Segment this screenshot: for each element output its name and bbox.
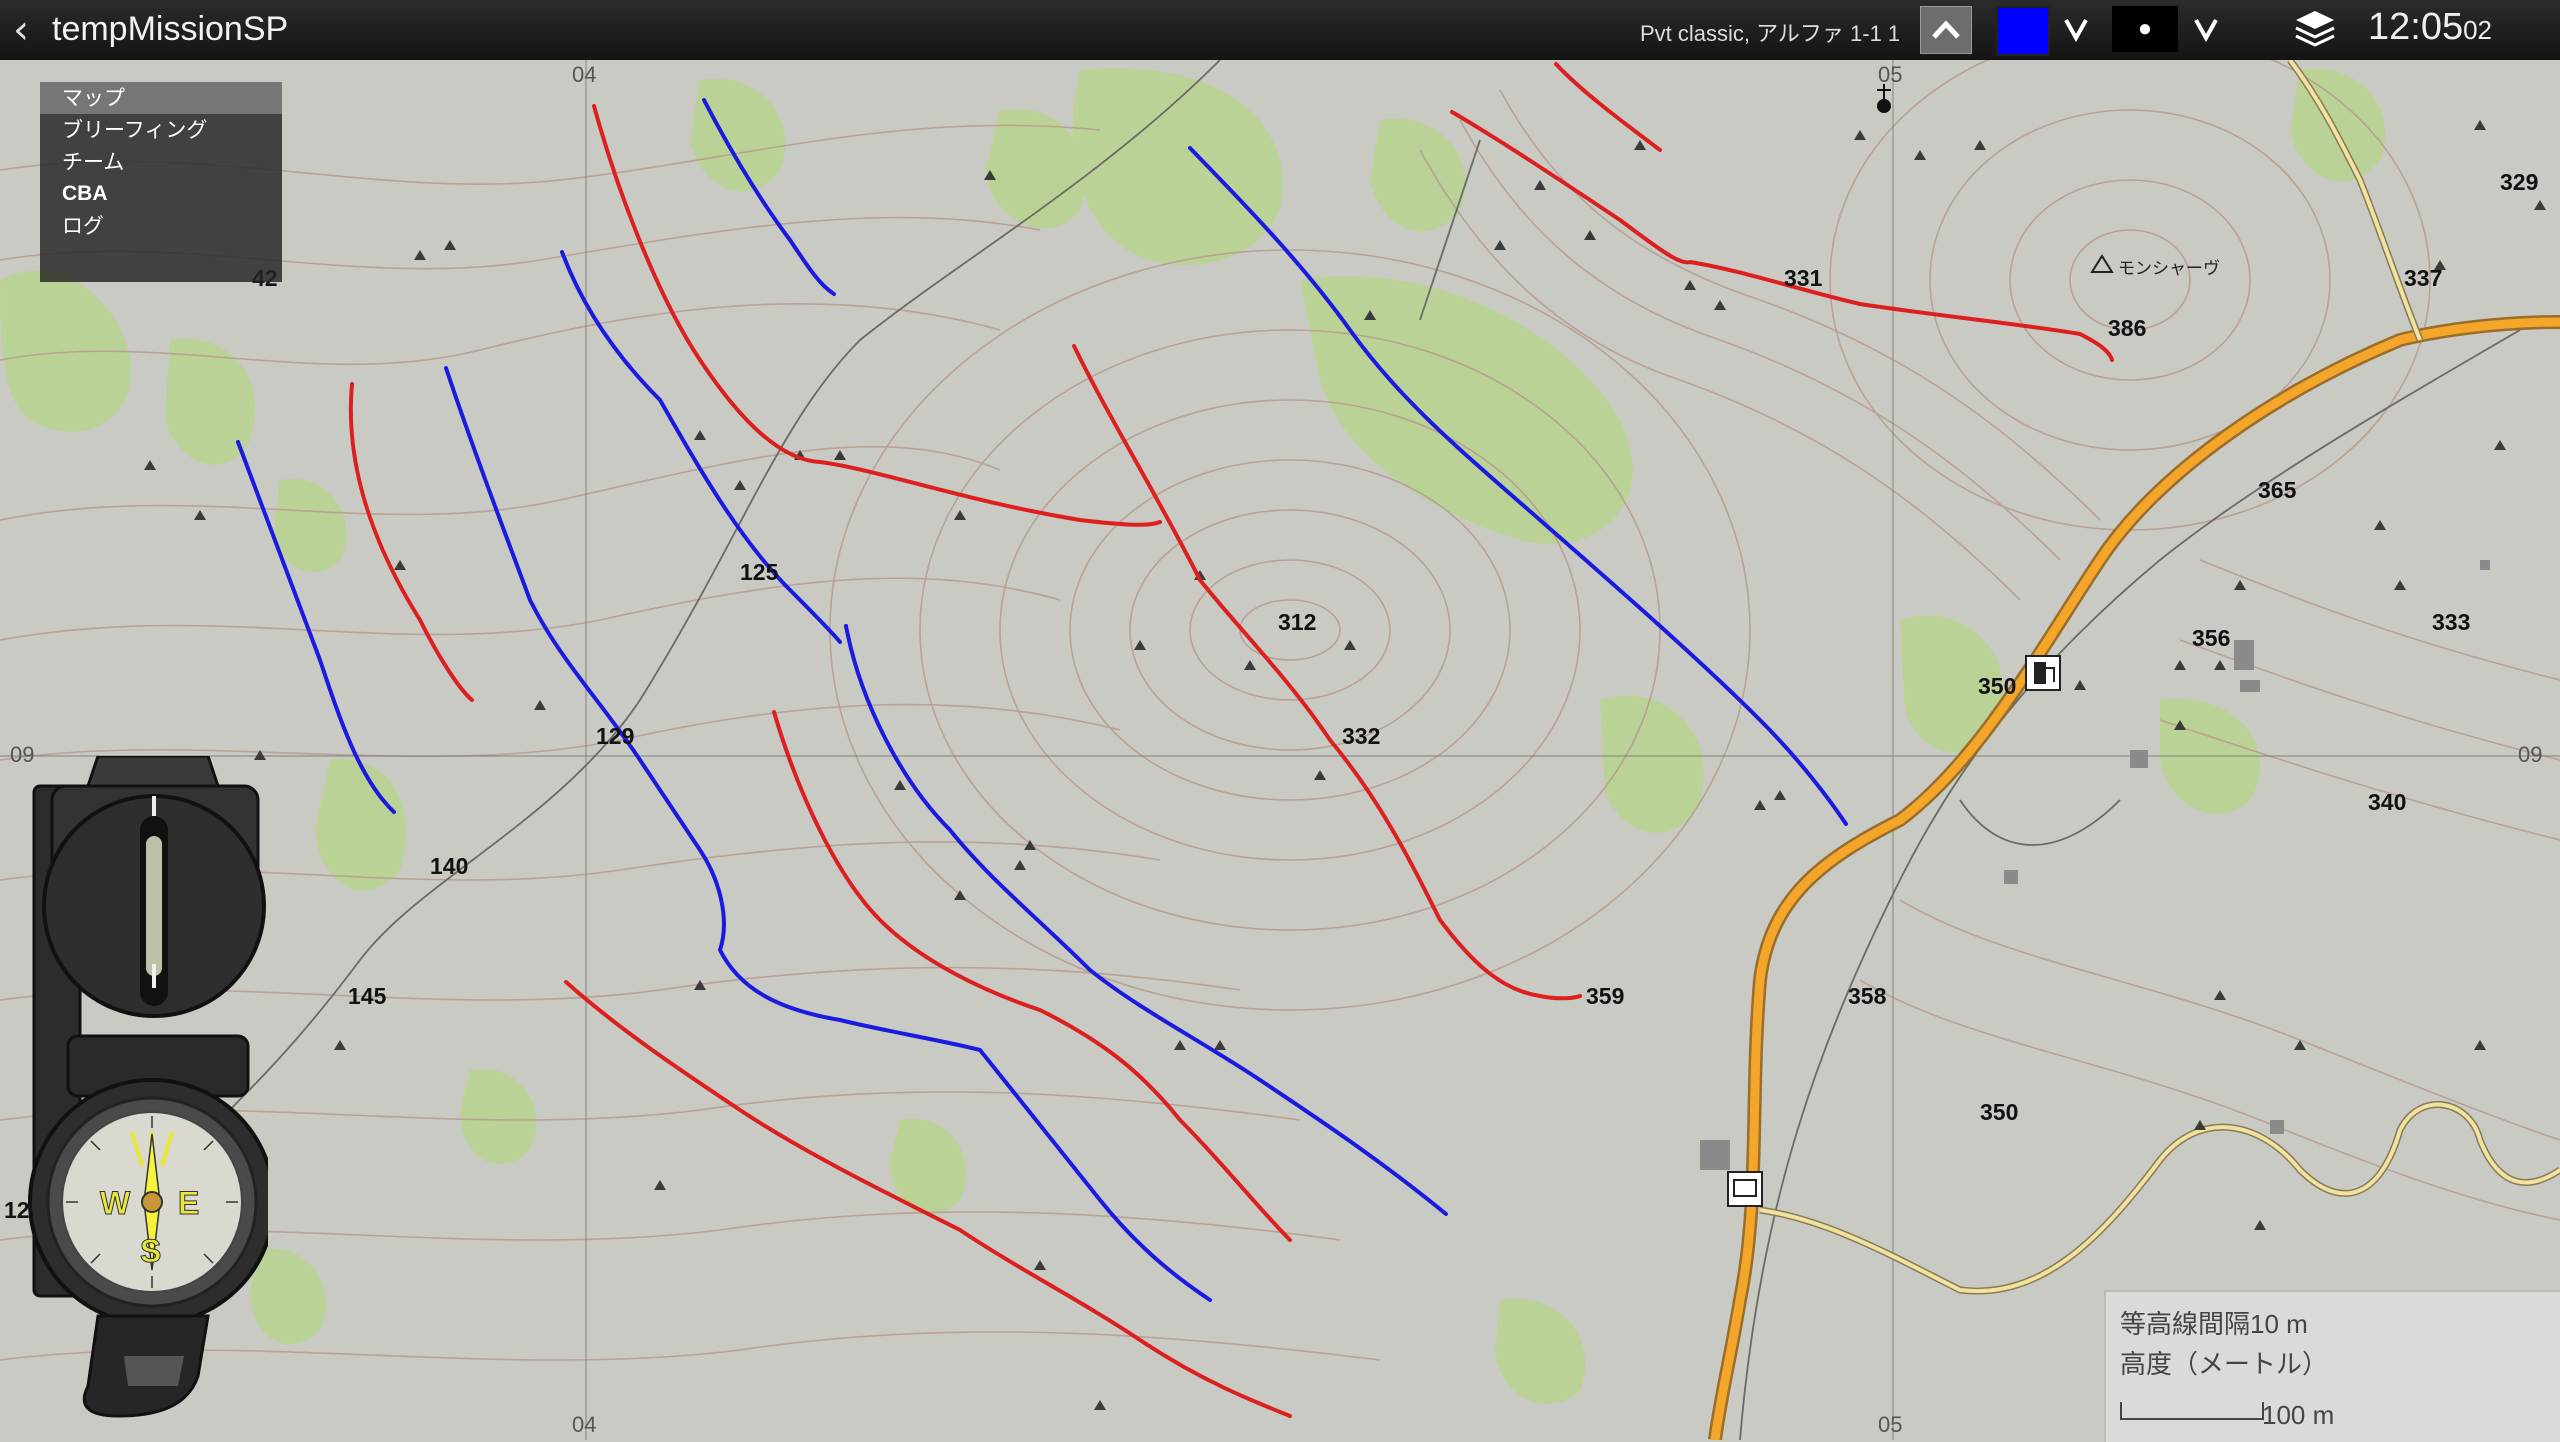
compass-pivot — [141, 1191, 163, 1213]
elevation-label: 125 — [740, 559, 779, 585]
menu-item-cba[interactable]: CBA — [40, 178, 282, 210]
marker-shape-swatch[interactable]: ● — [2112, 6, 2178, 52]
menu-item-log[interactable]: ログ — [40, 210, 282, 242]
elevation-label: 329 — [2500, 169, 2538, 195]
menu-item-briefing[interactable]: ブリーフィング — [40, 114, 282, 146]
shape-dropdown-button[interactable] — [2186, 6, 2226, 52]
altitude-unit-label: 高度（メートル） — [2120, 1349, 2329, 1379]
clock: 12:0502 — [2368, 6, 2492, 49]
layers-icon — [2295, 11, 2335, 47]
elevation-label: 129 — [596, 723, 634, 749]
scale-label: 100 m — [2262, 1400, 2335, 1430]
elevation-label: 140 — [430, 853, 468, 879]
chevron-up-icon — [1932, 20, 1960, 39]
fuel-station-icon — [2025, 655, 2061, 691]
top-bar: ‹ tempMissionSP Pvt classic, アルファ 1-1 1 … — [0, 0, 2560, 60]
elevation-label: 331 — [1784, 265, 1823, 291]
elevation-label: 145 — [348, 983, 387, 1009]
color-dropdown-button[interactable] — [2056, 6, 2096, 52]
grid-label-05-top: 05 — [1878, 62, 1902, 87]
elevation-label: 340 — [2368, 789, 2406, 815]
player-label: Pvt classic, アルファ 1-1 1 — [1640, 21, 1901, 46]
clock-seconds: 02 — [2463, 15, 2493, 45]
grid-label-04-bottom: 04 — [572, 1412, 596, 1437]
map-canvas[interactable]: 04 05 09 09 04 05 42 125 129 140 145 312… — [0, 0, 2560, 1440]
grid-label-04-top: 04 — [572, 62, 596, 87]
compass-south-label: S — [140, 1233, 161, 1269]
grid-label-09-right: 09 — [2518, 742, 2542, 767]
elevation-label: 337 — [2404, 265, 2442, 291]
chevron-down-icon — [2064, 19, 2088, 43]
clock-time: 12:05 — [2368, 6, 2464, 48]
menu-item-map[interactable]: マップ — [40, 82, 282, 114]
bus-stop-icon — [1727, 1171, 1763, 1207]
elevation-label: 358 — [1848, 983, 1887, 1009]
grid-label-05-bottom: 05 — [1878, 1412, 1902, 1437]
elevation-label: 356 — [2192, 625, 2230, 651]
elevation-label: 365 — [2258, 477, 2297, 503]
compass-west-label: W — [100, 1185, 131, 1221]
elevation-label: 332 — [1342, 723, 1380, 749]
contour-interval-label: 等高線間隔10 m — [2120, 1309, 2308, 1339]
elevation-label: 333 — [2432, 609, 2470, 635]
map-menu: マップ ブリーフィング チーム CBA ログ — [40, 82, 282, 282]
elevation-label: 312 — [1278, 609, 1316, 635]
elevation-label: 386 — [2108, 315, 2146, 341]
marker-color-swatch[interactable] — [1996, 6, 2050, 56]
collapse-button[interactable] — [1920, 6, 1972, 54]
compass[interactable]: W E S — [28, 756, 268, 1436]
compass-east-label: E — [178, 1185, 199, 1221]
chevron-down-icon — [2194, 19, 2218, 43]
compass-thumb-hole — [124, 1356, 184, 1386]
layers-button[interactable] — [2292, 6, 2346, 52]
menu-item-team[interactable]: チーム — [40, 146, 282, 178]
elevation-label: 350 — [1980, 1099, 2018, 1125]
map-legend: 等高線間隔10 m 高度（メートル） 100 m — [2104, 1290, 2560, 1442]
back-chevron-icon[interactable]: ‹ — [6, 6, 36, 54]
place-name-label: モンシャーヴ — [2118, 259, 2220, 278]
scale-bar — [2120, 1402, 2264, 1420]
compass-hinge — [85, 756, 221, 788]
compass-sight-window — [146, 836, 162, 976]
elevation-label: 350 — [1978, 673, 2016, 699]
mission-title: tempMissionSP — [52, 10, 289, 48]
elevation-label: 359 — [1586, 983, 1624, 1009]
